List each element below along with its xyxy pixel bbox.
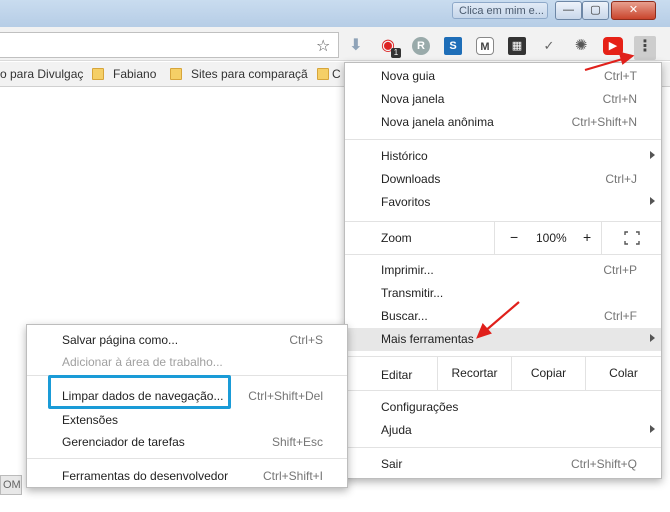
close-button[interactable]: ✕ <box>611 1 656 20</box>
menu-item-shortcut: Ctrl+F <box>604 309 637 323</box>
bookmark-star-icon[interactable]: ☆ <box>316 36 330 56</box>
menu-item-cast[interactable]: Transmitir... <box>345 282 661 305</box>
menu-item-label: Downloads <box>381 172 441 186</box>
menu-item-shortcut: Ctrl+Shift+Q <box>570 457 637 471</box>
menu-zoom-row: Zoom − 100% + <box>345 222 661 254</box>
bookmark-item[interactable]: Fabiano <box>113 67 156 81</box>
bookmark-item[interactable]: C <box>332 67 341 81</box>
menu-item-label: Configurações <box>381 400 459 414</box>
folder-icon <box>92 68 104 80</box>
submenu-item-label: Gerenciador de tarefas <box>62 435 185 449</box>
submenu-item-extensions[interactable]: Extensões <box>27 409 347 431</box>
chrome-main-menu: Nova guia Ctrl+T Nova janela Ctrl+N Nova… <box>344 62 662 479</box>
copy-button[interactable]: Copiar <box>511 357 585 390</box>
submenu-item-label: Ferramentas do desenvolvedor <box>62 469 229 483</box>
menu-item-print[interactable]: Imprimir... Ctrl+P <box>345 259 661 282</box>
zoom-in-button[interactable]: + <box>583 229 591 245</box>
bookmark-item[interactable]: Sites para comparaçã <box>191 67 308 81</box>
menu-item-label: Favoritos <box>381 195 431 209</box>
chevron-right-icon <box>650 151 655 159</box>
address-bar[interactable]: ☆ <box>0 32 339 58</box>
menu-edit-row: Editar Recortar Copiar Colar <box>345 356 661 391</box>
submenu-item-task-manager[interactable]: Gerenciador de tarefas Shift+Esc <box>27 431 347 453</box>
menu-item-label: Nova janela <box>381 92 445 106</box>
menu-item-incognito[interactable]: Nova janela anônima Ctrl+Shift+N <box>345 111 661 134</box>
submenu-item-label: Adicionar à área de trabalho... <box>62 355 223 369</box>
download-icon[interactable]: ⬇ <box>347 37 365 55</box>
menu-item-label: Ajuda <box>381 423 412 437</box>
menu-item-shortcut: Ctrl+T <box>604 69 637 83</box>
menu-item-new-window[interactable]: Nova janela Ctrl+N <box>345 88 661 111</box>
menu-divider <box>345 254 661 255</box>
chevron-right-icon <box>650 197 655 205</box>
submenu-item-shortcut: Shift+Esc <box>271 435 323 449</box>
submenu-item-shortcut: Ctrl+Shift+I <box>262 469 323 483</box>
chrome-menu-button[interactable]: ⋮ <box>634 36 656 60</box>
annotation-highlight-box <box>48 375 231 409</box>
menu-item-label: Buscar... <box>381 309 428 323</box>
swirl-icon[interactable]: ✺ <box>572 37 590 55</box>
menu-item-settings[interactable]: Configurações <box>345 396 661 419</box>
check-icon[interactable]: ✓ <box>540 37 558 55</box>
menu-item-downloads[interactable]: Downloads Ctrl+J <box>345 168 661 191</box>
menu-item-label: Sair <box>381 457 403 471</box>
menu-item-new-tab[interactable]: Nova guia Ctrl+T <box>345 65 661 88</box>
menu-item-more-tools[interactable]: Mais ferramentas <box>345 328 661 351</box>
menu-item-shortcut: Ctrl+Shift+N <box>571 115 637 129</box>
extension-badge: 1 <box>391 48 401 58</box>
zoom-out-button[interactable]: − <box>510 229 518 245</box>
chevron-right-icon <box>650 334 655 342</box>
menu-item-shortcut: Ctrl+N <box>602 92 637 106</box>
menu-item-label: Nova guia <box>381 69 436 83</box>
submenu-item-label: Salvar página como... <box>62 333 179 347</box>
zoom-controls: − 100% + <box>494 222 602 254</box>
zoom-label: Zoom <box>381 231 412 245</box>
minimize-button[interactable]: — <box>555 1 582 20</box>
s-icon[interactable]: S <box>444 37 462 55</box>
window-titlebar: Clica em mim e... — ▢ ✕ <box>0 0 670 27</box>
menu-item-label: Transmitir... <box>381 286 444 300</box>
youtube-icon[interactable]: ▶ <box>603 37 623 55</box>
menu-item-label: Nova janela anônima <box>381 115 494 129</box>
submenu-divider <box>27 458 347 459</box>
submenu-item-add-desktop: Adicionar à área de trabalho... <box>27 351 347 373</box>
r-icon[interactable]: R <box>412 37 430 55</box>
folder-icon <box>170 68 182 80</box>
menu-divider <box>345 139 661 140</box>
submenu-item-shortcut: Ctrl+Shift+Del <box>248 389 323 403</box>
cut-button[interactable]: Recortar <box>437 357 511 390</box>
submenu-item-shortcut: Ctrl+S <box>289 333 323 347</box>
film-icon[interactable]: ▦ <box>508 37 526 55</box>
m-icon[interactable]: M <box>476 37 494 55</box>
zoom-level: 100% <box>536 231 567 245</box>
edit-label: Editar <box>381 368 413 382</box>
fullscreen-icon[interactable] <box>624 231 640 245</box>
chevron-right-icon <box>650 425 655 433</box>
menu-item-label: Mais ferramentas <box>381 332 474 346</box>
submenu-item-label: Extensões <box>62 413 119 427</box>
menu-item-shortcut: Ctrl+J <box>605 172 637 186</box>
menu-item-exit[interactable]: Sair Ctrl+Shift+Q <box>345 453 661 476</box>
browser-toolbar: ☆ ⬇ ◉ 1 R S M ▦ ✓ ✺ ▶ <box>0 27 670 61</box>
submenu-item-save-page[interactable]: Salvar página como... Ctrl+S <box>27 329 347 351</box>
menu-item-label: Imprimir... <box>381 263 434 277</box>
page-fragment: OM <box>0 475 22 495</box>
menu-item-bookmarks[interactable]: Favoritos <box>345 191 661 214</box>
bookmark-item[interactable]: o para Divulgaç <box>0 67 83 81</box>
paste-button[interactable]: Colar <box>585 357 661 390</box>
folder-icon <box>317 68 329 80</box>
menu-item-help[interactable]: Ajuda <box>345 419 661 442</box>
maximize-button[interactable]: ▢ <box>582 1 609 20</box>
menu-item-history[interactable]: Histórico <box>345 145 661 168</box>
menu-divider <box>345 447 661 448</box>
menu-item-find[interactable]: Buscar... Ctrl+F <box>345 305 661 328</box>
menu-item-label: Histórico <box>381 149 428 163</box>
submenu-item-dev-tools[interactable]: Ferramentas do desenvolvedor Ctrl+Shift+… <box>27 465 347 487</box>
window-title: Clica em mim e... <box>452 2 548 19</box>
menu-item-shortcut: Ctrl+P <box>603 263 637 277</box>
